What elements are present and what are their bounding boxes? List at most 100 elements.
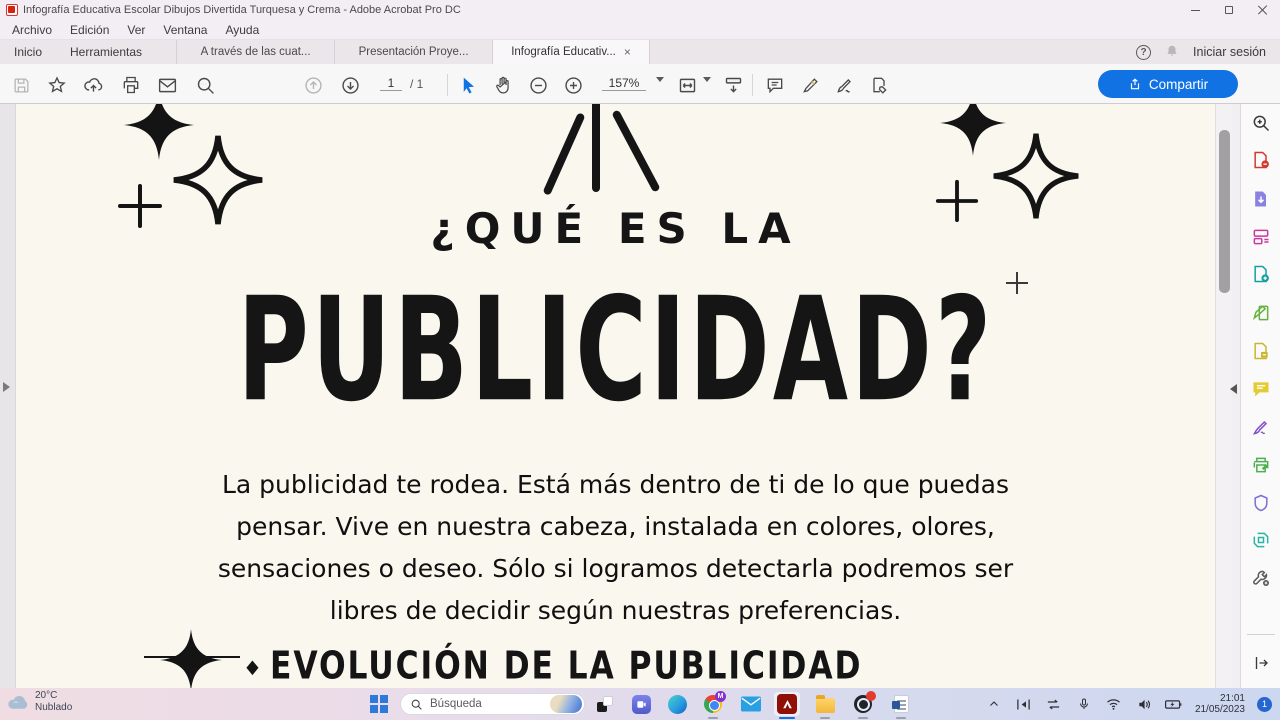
help-icon[interactable]: ? (1136, 44, 1152, 60)
microphone-icon[interactable] (1075, 695, 1093, 713)
clock-widget[interactable]: 21:01 21/05/2023 (1195, 693, 1245, 716)
battery-icon[interactable] (1165, 695, 1183, 713)
zoom-out-button[interactable] (525, 72, 551, 98)
page-display-button[interactable] (720, 72, 746, 98)
tab-herramientas[interactable]: Herramientas (56, 40, 156, 64)
fit-dropdown-caret-icon[interactable] (703, 77, 711, 96)
doc-tab-3-active[interactable]: Infografía Educativ... × (492, 40, 651, 64)
menu-ver[interactable]: Ver (119, 21, 153, 39)
previous-page-button[interactable] (300, 72, 326, 98)
save-button[interactable] (8, 72, 34, 98)
plus-decoration-icon (935, 179, 979, 223)
chrome-button[interactable]: M (700, 691, 726, 719)
weather-widget[interactable]: 20°C Nublado (6, 690, 72, 714)
collapse-tools-pane-icon[interactable] (1230, 384, 1237, 394)
toolbar-separator (752, 74, 753, 96)
expand-nav-pane-icon[interactable] (3, 382, 10, 392)
print-production-tool[interactable] (1250, 454, 1272, 476)
minimize-button[interactable] (1178, 0, 1212, 20)
menu-ayuda[interactable]: Ayuda (217, 21, 267, 39)
protect-pdf-tool[interactable] (1250, 492, 1272, 514)
toolbar-separator (447, 74, 448, 96)
fill-and-sign-tool[interactable] (1250, 416, 1272, 438)
tools-rail (1240, 104, 1280, 688)
zoom-in-button[interactable] (560, 72, 586, 98)
search-tool-button[interactable] (192, 72, 218, 98)
maximize-icon (1225, 6, 1233, 14)
doc-tab-1[interactable]: A través de las cuat... (176, 40, 334, 64)
comment-tool-button[interactable] (762, 72, 788, 98)
close-icon (1258, 5, 1268, 15)
chrome-icon: M (704, 691, 726, 713)
file-explorer-button[interactable] (812, 692, 838, 719)
compress-pdf-tool[interactable] (1250, 529, 1272, 551)
rail-divider (1247, 634, 1275, 635)
fit-width-button[interactable] (674, 72, 700, 98)
infographic-paragraph: La publicidad te rodea. Está más dentro … (16, 464, 1215, 632)
edge-button[interactable] (664, 692, 690, 716)
navigation-pane-strip[interactable] (0, 104, 16, 688)
print-button[interactable] (118, 72, 144, 98)
sign-tool-button[interactable] (832, 72, 858, 98)
upload-cloud-button[interactable] (80, 72, 106, 98)
tab-inicio[interactable]: Inicio (0, 40, 56, 64)
hand-tool-button[interactable] (490, 72, 516, 98)
acrobat-taskbar-button[interactable] (774, 692, 800, 719)
select-tool-button[interactable] (455, 72, 481, 98)
menu-ventana[interactable]: Ventana (155, 21, 215, 39)
search-highlight-image[interactable] (550, 695, 582, 713)
vertical-scrollbar[interactable] (1215, 104, 1232, 688)
teams-chat-button[interactable] (628, 692, 654, 716)
create-pdf-tool[interactable] (1250, 149, 1272, 171)
task-view-icon (597, 696, 613, 712)
sparkle-outline-icon (173, 135, 263, 225)
edit-pdf-tool[interactable] (1250, 302, 1272, 324)
windows-logo-icon (370, 695, 388, 713)
create-pdf-plus-tool[interactable] (1250, 263, 1272, 285)
request-signatures-tool[interactable] (1250, 340, 1272, 362)
email-button[interactable] (154, 72, 180, 98)
bell-icon[interactable] (1165, 44, 1179, 61)
scrollbar-thumb[interactable] (1219, 130, 1230, 293)
mail-icon (741, 696, 761, 712)
organize-pages-tool[interactable] (1250, 226, 1272, 248)
word-document-button[interactable] (888, 692, 914, 719)
task-view-button[interactable] (592, 692, 618, 716)
main-toolbar: 1 / 1 157% Compartir (0, 64, 1280, 104)
maximize-button[interactable] (1212, 0, 1246, 20)
menu-archivo[interactable]: Archivo (4, 21, 60, 39)
sign-in-link[interactable]: Iniciar sesión (1193, 45, 1266, 59)
share-icon (1130, 78, 1139, 90)
notification-count-badge[interactable]: 1 (1257, 696, 1272, 712)
menu-edicion[interactable]: Edición (62, 21, 117, 39)
tab-close-icon[interactable]: × (624, 45, 631, 59)
export-pdf-tool[interactable] (1250, 188, 1272, 210)
taskbar-search-box[interactable]: Búsqueda (400, 693, 585, 715)
next-page-button[interactable] (337, 72, 363, 98)
highlight-tool-button[interactable] (798, 72, 824, 98)
share-button[interactable]: Compartir (1098, 70, 1238, 98)
star-favorites-button[interactable] (44, 72, 70, 98)
add-tools-tool[interactable] (1250, 567, 1272, 589)
mail-button[interactable] (738, 692, 764, 716)
search-document-tool[interactable] (1250, 112, 1272, 134)
tray-chevron-icon[interactable] (985, 695, 1003, 713)
obs-button[interactable] (850, 691, 876, 719)
quick-settings-icon[interactable] (1045, 695, 1063, 713)
ray-decoration (542, 112, 586, 196)
comment-tool[interactable] (1250, 378, 1272, 400)
zoom-dropdown-caret-icon[interactable] (656, 77, 664, 96)
input-indicator-icon[interactable] (1015, 695, 1033, 713)
wifi-icon[interactable] (1105, 695, 1123, 713)
paragraph-line: La publicidad te rodea. Está más dentro … (221, 470, 1009, 499)
zoom-level-input[interactable]: 157% (602, 76, 646, 91)
page-number-input[interactable]: 1 (380, 76, 402, 91)
edge-icon (667, 694, 687, 714)
volume-icon[interactable] (1135, 695, 1153, 713)
fill-sign-tool-button[interactable] (866, 72, 892, 98)
expand-tools-pane-button[interactable] (1250, 652, 1272, 674)
doc-tab-2[interactable]: Presentación Proye... (334, 40, 492, 64)
close-button[interactable] (1246, 0, 1280, 20)
window-title: Infografía Educativa Escolar Dibujos Div… (23, 4, 461, 16)
start-button[interactable] (366, 692, 392, 716)
